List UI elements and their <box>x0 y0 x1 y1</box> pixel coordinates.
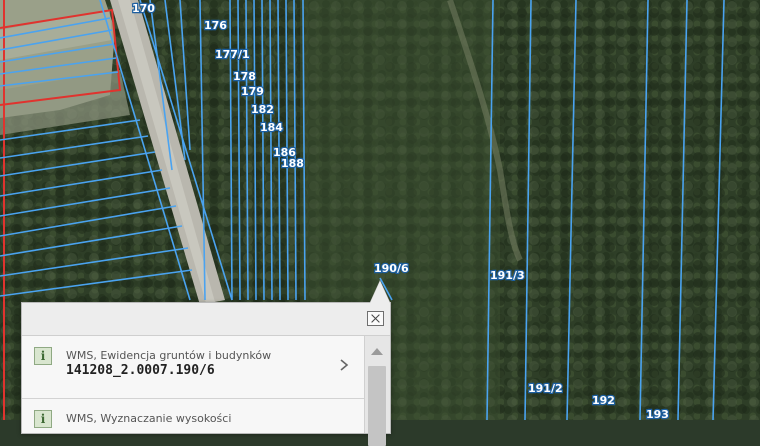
info-icon: i <box>34 410 52 428</box>
parcel-label[interactable]: 178 <box>232 69 257 84</box>
feature-info-popup: i WMS, Ewidencja gruntów i budynków 1412… <box>21 281 391 446</box>
popup-header <box>22 303 390 336</box>
results-scrollbar[interactable] <box>364 336 390 446</box>
parcel-label[interactable]: 179 <box>240 84 265 99</box>
result-title: WMS, Ewidencja gruntów i budynków <box>66 349 272 362</box>
list-item[interactable]: i WMS, Ewidencja gruntów i budynków 1412… <box>22 336 364 399</box>
parcel-label[interactable]: 188 <box>280 156 305 171</box>
list-item[interactable]: i WMS, Wyznaczanie wysokości <box>22 399 364 433</box>
parcel-label[interactable]: 177/1 <box>214 47 251 62</box>
parcel-label[interactable]: 192 <box>591 393 616 408</box>
parcel-label[interactable]: 170 <box>131 1 157 16</box>
close-icon[interactable] <box>367 311 384 326</box>
scroll-thumb[interactable] <box>368 366 386 446</box>
parcel-label[interactable]: 193 <box>645 407 670 420</box>
result-value: 141208_2.0007.190/6 <box>66 363 215 378</box>
chevron-right-icon[interactable] <box>338 358 350 372</box>
info-icon: i <box>34 347 52 365</box>
parcel-label[interactable]: 184 <box>259 120 285 135</box>
parcel-label[interactable]: 191/2 <box>527 381 564 396</box>
result-title: WMS, Wyznaczanie wysokości <box>66 412 232 425</box>
results-list: i WMS, Ewidencja gruntów i budynków 1412… <box>22 336 364 433</box>
popup-pointer <box>370 281 390 303</box>
parcel-label[interactable]: 176 <box>203 18 229 33</box>
scroll-up-icon[interactable] <box>371 348 383 355</box>
parcel-label[interactable]: 182 <box>250 102 275 117</box>
parcel-label[interactable]: 191/3 <box>489 268 526 283</box>
parcel-label[interactable]: 190/6 <box>373 261 410 276</box>
